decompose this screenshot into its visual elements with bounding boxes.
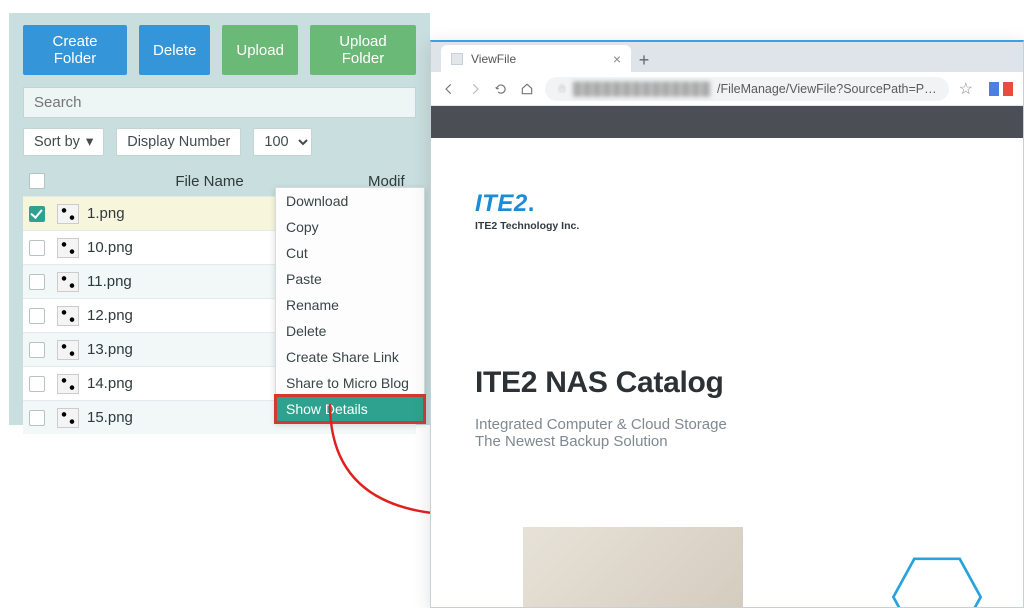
row-checkbox[interactable]: [29, 376, 45, 392]
browser-tab[interactable]: ViewFile ×: [441, 45, 631, 72]
page-size-select[interactable]: 100: [253, 128, 312, 156]
home-button[interactable]: [519, 81, 535, 97]
document-page: ITE2. ITE2 Technology Inc. ITE2 NAS Cata…: [431, 138, 1023, 607]
row-checkbox[interactable]: [29, 342, 45, 358]
arrow-right-icon: [468, 82, 482, 96]
upload-folder-button[interactable]: Upload Folder: [310, 25, 416, 75]
ctx-share-micro-blog[interactable]: Share to Micro Blog: [276, 370, 424, 396]
tab-close-button[interactable]: ×: [613, 51, 621, 67]
doc-photo-placeholder: [523, 527, 743, 607]
sort-controls: Sort by ▾ Display Number 100: [23, 128, 416, 156]
search-input[interactable]: [23, 87, 416, 118]
thumbnail-icon: [57, 238, 79, 258]
chevron-down-icon: ▾: [86, 134, 93, 150]
hexagon-icon: [891, 557, 983, 607]
thumbnail-icon: [57, 408, 79, 428]
delete-button[interactable]: Delete: [139, 25, 210, 75]
thumbnail-icon: [57, 306, 79, 326]
create-folder-button[interactable]: Create Folder: [23, 25, 127, 75]
upload-button[interactable]: Upload: [222, 25, 298, 75]
ctx-paste[interactable]: Paste: [276, 266, 424, 292]
url-bar[interactable]: ██████████████ /FileManage/ViewFile?Sour…: [545, 77, 949, 101]
logo-text: ITE2.: [475, 192, 979, 216]
browser-window: ViewFile × + ██████████████ /FileManage/…: [430, 40, 1024, 608]
home-icon: [520, 82, 534, 96]
row-checkbox[interactable]: [29, 274, 45, 290]
row-checkbox[interactable]: [29, 308, 45, 324]
ctx-show-details[interactable]: Show Details: [276, 396, 424, 422]
lock-icon: [557, 83, 567, 94]
logo-subtext: ITE2 Technology Inc.: [475, 220, 979, 232]
ctx-copy[interactable]: Copy: [276, 214, 424, 240]
ctx-rename[interactable]: Rename: [276, 292, 424, 318]
favicon-icon: [451, 53, 463, 65]
back-button[interactable]: [441, 81, 457, 97]
ctx-download[interactable]: Download: [276, 188, 424, 214]
doc-subtitle-2: The Newest Backup Solution: [475, 433, 979, 450]
arrow-left-icon: [442, 82, 456, 96]
thumbnail-icon: [57, 272, 79, 292]
forward-button[interactable]: [467, 81, 483, 97]
toolbar: Create Folder Delete Upload Upload Folde…: [23, 25, 416, 75]
bookmark-button[interactable]: ☆: [959, 79, 973, 99]
thumbnail-icon: [57, 340, 79, 360]
ctx-delete[interactable]: Delete: [276, 318, 424, 344]
display-number-label: Display Number: [116, 128, 241, 156]
address-bar: ██████████████ /FileManage/ViewFile?Sour…: [431, 72, 1023, 106]
doc-subtitle-1: Integrated Computer & Cloud Storage: [475, 416, 979, 433]
ctx-cut[interactable]: Cut: [276, 240, 424, 266]
sort-by-dropdown[interactable]: Sort by ▾: [23, 128, 104, 156]
row-checkbox[interactable]: [29, 240, 45, 256]
page-viewport: ITE2. ITE2 Technology Inc. ITE2 NAS Cata…: [431, 106, 1023, 607]
url-host-blurred: ██████████████: [573, 82, 711, 96]
url-path: /FileManage/ViewFile?SourcePath=P…: [717, 82, 937, 96]
tab-bar: ViewFile × +: [431, 42, 1023, 72]
row-checkbox[interactable]: [29, 410, 45, 426]
ctx-create-share-link[interactable]: Create Share Link: [276, 344, 424, 370]
reload-button[interactable]: [493, 81, 509, 97]
doc-headline: ITE2 NAS Catalog: [475, 366, 979, 400]
sort-by-label: Sort by: [34, 134, 80, 150]
thumbnail-icon: [57, 204, 79, 224]
select-all-checkbox[interactable]: [29, 173, 45, 189]
context-menu: Download Copy Cut Paste Rename Delete Cr…: [275, 187, 425, 423]
viewer-toolbar: [431, 106, 1023, 138]
row-checkbox[interactable]: [29, 206, 45, 222]
thumbnail-icon: [57, 374, 79, 394]
window-indicator-icon: [989, 82, 1013, 96]
new-tab-button[interactable]: +: [631, 48, 657, 72]
reload-icon: [494, 82, 508, 96]
tab-title: ViewFile: [471, 52, 516, 66]
